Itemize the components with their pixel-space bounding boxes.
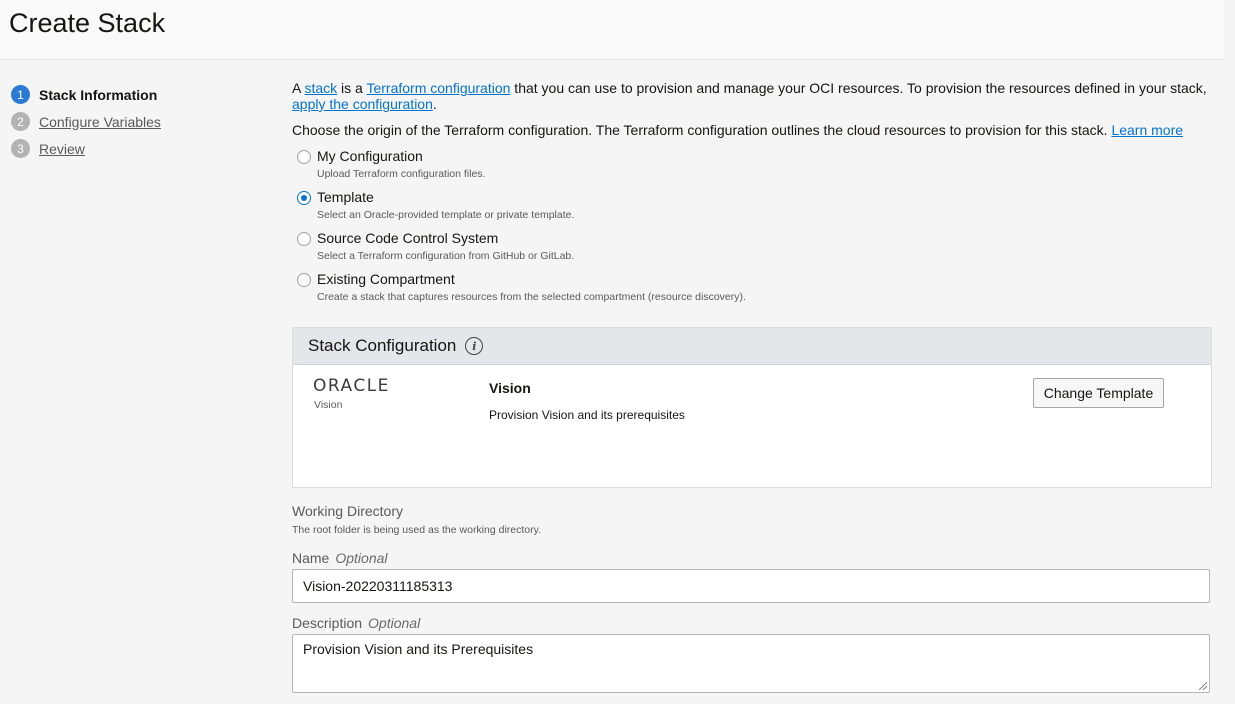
learn-more-link[interactable]: Learn more xyxy=(1111,122,1183,138)
step-number: 1 xyxy=(11,85,30,104)
stack-link[interactable]: stack xyxy=(304,80,337,96)
radio-option-existing-compartment[interactable]: Existing Compartment Create a stack that… xyxy=(292,270,1212,303)
radio-option-source-code-control[interactable]: Source Code Control System Select a Terr… xyxy=(292,229,1212,262)
panel-header: Stack Configuration i xyxy=(293,328,1211,365)
working-directory-description: The root folder is being used as the wor… xyxy=(292,524,542,536)
working-directory-label: Working Directory xyxy=(292,503,403,519)
name-input-value: Vision-20220311185313 xyxy=(303,578,453,594)
name-input[interactable]: Vision-20220311185313 xyxy=(292,569,1210,603)
radio-title: My Configuration xyxy=(317,148,423,164)
oracle-logo: ORACLE xyxy=(313,376,390,396)
info-icon[interactable]: i xyxy=(465,337,484,355)
step-label: Stack Information xyxy=(39,86,158,103)
description-textarea[interactable]: Provision Vision and its Prerequisites xyxy=(292,634,1210,693)
radio-description: Upload Terraform configuration files. xyxy=(317,168,486,180)
step-label[interactable]: Review xyxy=(39,141,85,157)
change-template-button[interactable]: Change Template xyxy=(1033,378,1164,408)
step-number: 3 xyxy=(11,139,30,158)
apply-configuration-link[interactable]: apply the configuration xyxy=(292,96,433,112)
optional-tag: Optional xyxy=(335,550,388,566)
origin-text-part: Choose the origin of the Terraform confi… xyxy=(292,122,1112,138)
optional-tag: Optional xyxy=(368,615,421,631)
field-label-text: Description xyxy=(292,615,363,631)
intro-text-part: A xyxy=(292,80,305,96)
intro-text-part: is a xyxy=(337,80,367,96)
radio-description: Select a Terraform configuration from Gi… xyxy=(317,250,575,262)
terraform-configuration-link[interactable]: Terraform configuration xyxy=(366,80,510,96)
intro-text: A stack is a Terraform configuration tha… xyxy=(292,80,1212,112)
resize-grip-icon[interactable] xyxy=(1199,682,1207,690)
radio-button[interactable] xyxy=(297,232,311,246)
step-configure-variables[interactable]: 2 Configure Variables xyxy=(11,108,161,135)
description-value: Provision Vision and its Prerequisites xyxy=(303,641,534,657)
radio-description: Create a stack that captures resources f… xyxy=(317,291,746,303)
step-number: 2 xyxy=(11,112,30,131)
main-content: A stack is a Terraform configuration tha… xyxy=(292,80,1212,311)
radio-option-template[interactable]: Template Select an Oracle-provided templ… xyxy=(292,188,1212,221)
panel-title: Stack Configuration xyxy=(308,336,457,355)
description-label: Description Optional xyxy=(292,615,420,631)
stack-configuration-panel: Stack Configuration i ORACLE Vision Visi… xyxy=(292,327,1212,488)
step-label[interactable]: Configure Variables xyxy=(39,114,161,130)
radio-title: Template xyxy=(317,189,374,205)
field-label-text: Name xyxy=(292,550,330,566)
radio-title: Source Code Control System xyxy=(317,230,499,246)
logo-subtitle: Vision xyxy=(314,399,343,411)
page-title: Create Stack xyxy=(9,8,166,38)
radio-button[interactable] xyxy=(297,273,311,287)
intro-text-part: . xyxy=(432,96,437,112)
intro-text-part: that you can use to provision and manage… xyxy=(510,80,1207,96)
page-header: Create Stack xyxy=(0,0,1224,60)
template-name: Vision xyxy=(489,380,531,396)
name-label: Name Optional xyxy=(292,550,388,566)
step-stack-information[interactable]: 1 Stack Information xyxy=(11,81,161,108)
radio-title: Existing Compartment xyxy=(317,271,455,287)
origin-radio-group: My Configuration Upload Terraform config… xyxy=(292,147,1212,303)
template-description: Provision Vision and its prerequisites xyxy=(489,408,685,422)
radio-button[interactable] xyxy=(297,150,311,164)
step-review[interactable]: 3 Review xyxy=(11,135,161,162)
radio-option-my-configuration[interactable]: My Configuration Upload Terraform config… xyxy=(292,147,1212,180)
radio-description: Select an Oracle-provided template or pr… xyxy=(317,209,575,221)
radio-button-selected[interactable] xyxy=(297,191,311,205)
stepper: 1 Stack Information 2 Configure Variable… xyxy=(11,81,161,162)
origin-text: Choose the origin of the Terraform confi… xyxy=(292,122,1212,138)
